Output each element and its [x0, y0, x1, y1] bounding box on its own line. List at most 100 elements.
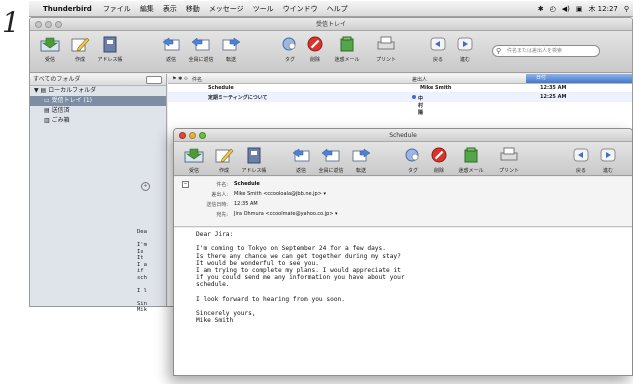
toolbar-label: 返信 — [165, 57, 176, 63]
forward-nav-button[interactable]: 進む — [591, 146, 625, 174]
message-window: Schedule 受信 作成 アドレス帳 返信 全員に返信 転送 タグ 削除 迷… — [173, 128, 633, 376]
header-key: 宛先: — [216, 212, 228, 218]
message-body-line: Is there any chance we can get together … — [196, 252, 401, 260]
minimize-button[interactable] — [45, 21, 52, 28]
forward-button[interactable]: 転送 — [214, 35, 248, 63]
menu-help[interactable]: ヘルプ — [327, 4, 348, 14]
toolbar-label: プリント — [498, 168, 519, 174]
menu-go[interactable]: 移動 — [186, 4, 200, 14]
menu-edit[interactable]: 編集 — [140, 4, 154, 14]
column-subject[interactable]: 件名 — [192, 76, 202, 83]
toolbar-label: 全員に返信 — [188, 57, 214, 63]
reply-all-button[interactable]: 全員に返信 — [184, 35, 218, 63]
main-window-title: 受信トレイ — [315, 21, 346, 28]
reply-all-button[interactable]: 全員に返信 — [314, 146, 348, 174]
search-input[interactable]: ⚲ 件名または差出人を検索 — [492, 45, 600, 57]
sent-folder-icon: ▤ — [44, 107, 50, 114]
forward-button[interactable]: 転送 — [344, 146, 378, 174]
menu-file[interactable]: ファイル — [103, 4, 131, 14]
toolbar-label: 受信 — [44, 57, 55, 63]
header-from-address[interactable]: Mike Smith <ccooloala@jbb.ne.jp> ▾ — [234, 191, 326, 197]
folder-local[interactable]: ▼ ▤ ローカルフォルダ — [30, 86, 166, 96]
folder-sent[interactable]: ▤ 送信済 — [30, 106, 166, 116]
close-button[interactable] — [35, 21, 42, 28]
thread-column-icon[interactable]: ⚑ ✱ ⟐ — [172, 76, 188, 82]
address-book-button[interactable]: アドレス帳 — [93, 35, 127, 63]
zoom-button[interactable] — [199, 132, 206, 139]
spotlight-icon[interactable]: ⚲ — [624, 5, 629, 13]
reply-button[interactable]: 返信 — [154, 35, 188, 63]
header-to: 宛先: Jira Ohmura <ccoolmate@yahoo.co.jp> ▾ — [174, 211, 632, 220]
app-menu-thunderbird[interactable]: Thunderbird — [43, 5, 92, 13]
message-body: Dear Jira: I'm coming to Tokyo on Septem… — [174, 228, 632, 375]
menu-tools[interactable]: ツール — [253, 4, 274, 14]
message-sender: 中村陽 — [418, 96, 424, 116]
print-button[interactable]: プリント — [369, 35, 403, 63]
delete-button[interactable]: 削除 — [422, 146, 456, 174]
get-mail-button[interactable]: 受信 — [177, 146, 211, 174]
message-body-line: It would be wonderful to see you. — [196, 259, 319, 267]
header-key: 送信日時: — [206, 202, 228, 208]
toolbar-label: 転送 — [225, 57, 236, 63]
junk-button[interactable]: 迷惑メール — [330, 35, 364, 63]
toolbar-label: アドレス帳 — [97, 57, 123, 63]
minimize-button[interactable] — [189, 132, 196, 139]
message-window-title: Schedule — [389, 132, 417, 139]
step-number: 1 — [2, 6, 20, 39]
print-icon — [375, 35, 397, 53]
reply-button[interactable]: 返信 — [284, 146, 318, 174]
folder-view-selector[interactable] — [146, 76, 162, 84]
folder-inbox[interactable]: ▭ 受信トレイ (1) — [30, 96, 166, 106]
trash-icon: ▥ — [44, 117, 50, 124]
zoom-button[interactable] — [55, 21, 62, 28]
compose-button[interactable]: 作成 — [207, 146, 241, 174]
delete-icon — [428, 146, 450, 164]
toolbar-label: アドレス帳 — [241, 168, 267, 174]
compose-button[interactable]: 作成 — [63, 35, 97, 63]
unread-dot-icon — [412, 94, 416, 99]
tag-icon — [402, 146, 424, 164]
folder-trash[interactable]: ▥ ごみ箱 — [30, 116, 166, 126]
inbox-download-icon — [183, 146, 205, 164]
forward-arrow-icon — [597, 146, 619, 164]
header-to-address[interactable]: Jira Ohmura <ccoolmate@yahoo.co.jp> ▾ — [234, 211, 338, 217]
column-date[interactable]: 日付 — [526, 74, 632, 83]
address-book-button[interactable]: アドレス帳 — [237, 146, 271, 174]
volume-icon[interactable]: ◀) — [562, 5, 570, 13]
main-window-titlebar: 受信トレイ — [30, 18, 632, 31]
input-menu-icon[interactable]: ▣ — [576, 5, 583, 13]
header-date: 送信日時: 12:35 AM — [174, 201, 632, 210]
toolbar-label: 迷惑メール — [458, 168, 484, 174]
menubar-clock[interactable]: 木 12:27 — [588, 4, 617, 14]
junk-icon — [336, 35, 358, 53]
expand-headers-icon[interactable]: + — [141, 182, 150, 191]
time-machine-icon[interactable]: ◴ — [550, 5, 556, 13]
delete-button[interactable]: 削除 — [298, 35, 332, 63]
menu-window[interactable]: ウインドウ — [283, 4, 318, 14]
message-row[interactable]: Schedule Mike Smith 12:35 AM — [168, 84, 632, 93]
window-controls — [35, 21, 62, 28]
close-button[interactable] — [179, 132, 186, 139]
print-button[interactable]: プリント — [492, 146, 526, 174]
toolbar-label: 迷惑メール — [334, 57, 360, 63]
message-row[interactable]: 定期ミーティングについて 中村陽 12:25 AM — [168, 93, 632, 116]
bluetooth-icon[interactable]: ✱ — [538, 5, 544, 13]
folder-pane-header[interactable]: すべてのフォルダ — [30, 74, 166, 86]
forward-icon — [350, 146, 372, 164]
junk-button[interactable]: 迷惑メール — [454, 146, 488, 174]
toolbar-label: 受信 — [188, 168, 199, 174]
header-key: 件名: — [216, 182, 228, 188]
get-mail-button[interactable]: 受信 — [33, 35, 67, 63]
message-subject: Schedule — [208, 85, 234, 91]
header-subject: 件名: Schedule — [174, 181, 632, 190]
forward-icon — [220, 35, 242, 53]
compose-pencil-icon — [213, 146, 235, 164]
window-controls — [179, 132, 206, 139]
header-value: Schedule — [234, 181, 260, 187]
menu-message[interactable]: メッセージ — [209, 4, 244, 14]
forward-nav-button[interactable]: 進む — [448, 35, 482, 63]
folder-label: ローカルフォルダ — [48, 87, 97, 94]
column-sender[interactable]: 差出人 — [412, 76, 427, 83]
reply-all-icon — [190, 35, 212, 53]
menu-view[interactable]: 表示 — [163, 4, 177, 14]
